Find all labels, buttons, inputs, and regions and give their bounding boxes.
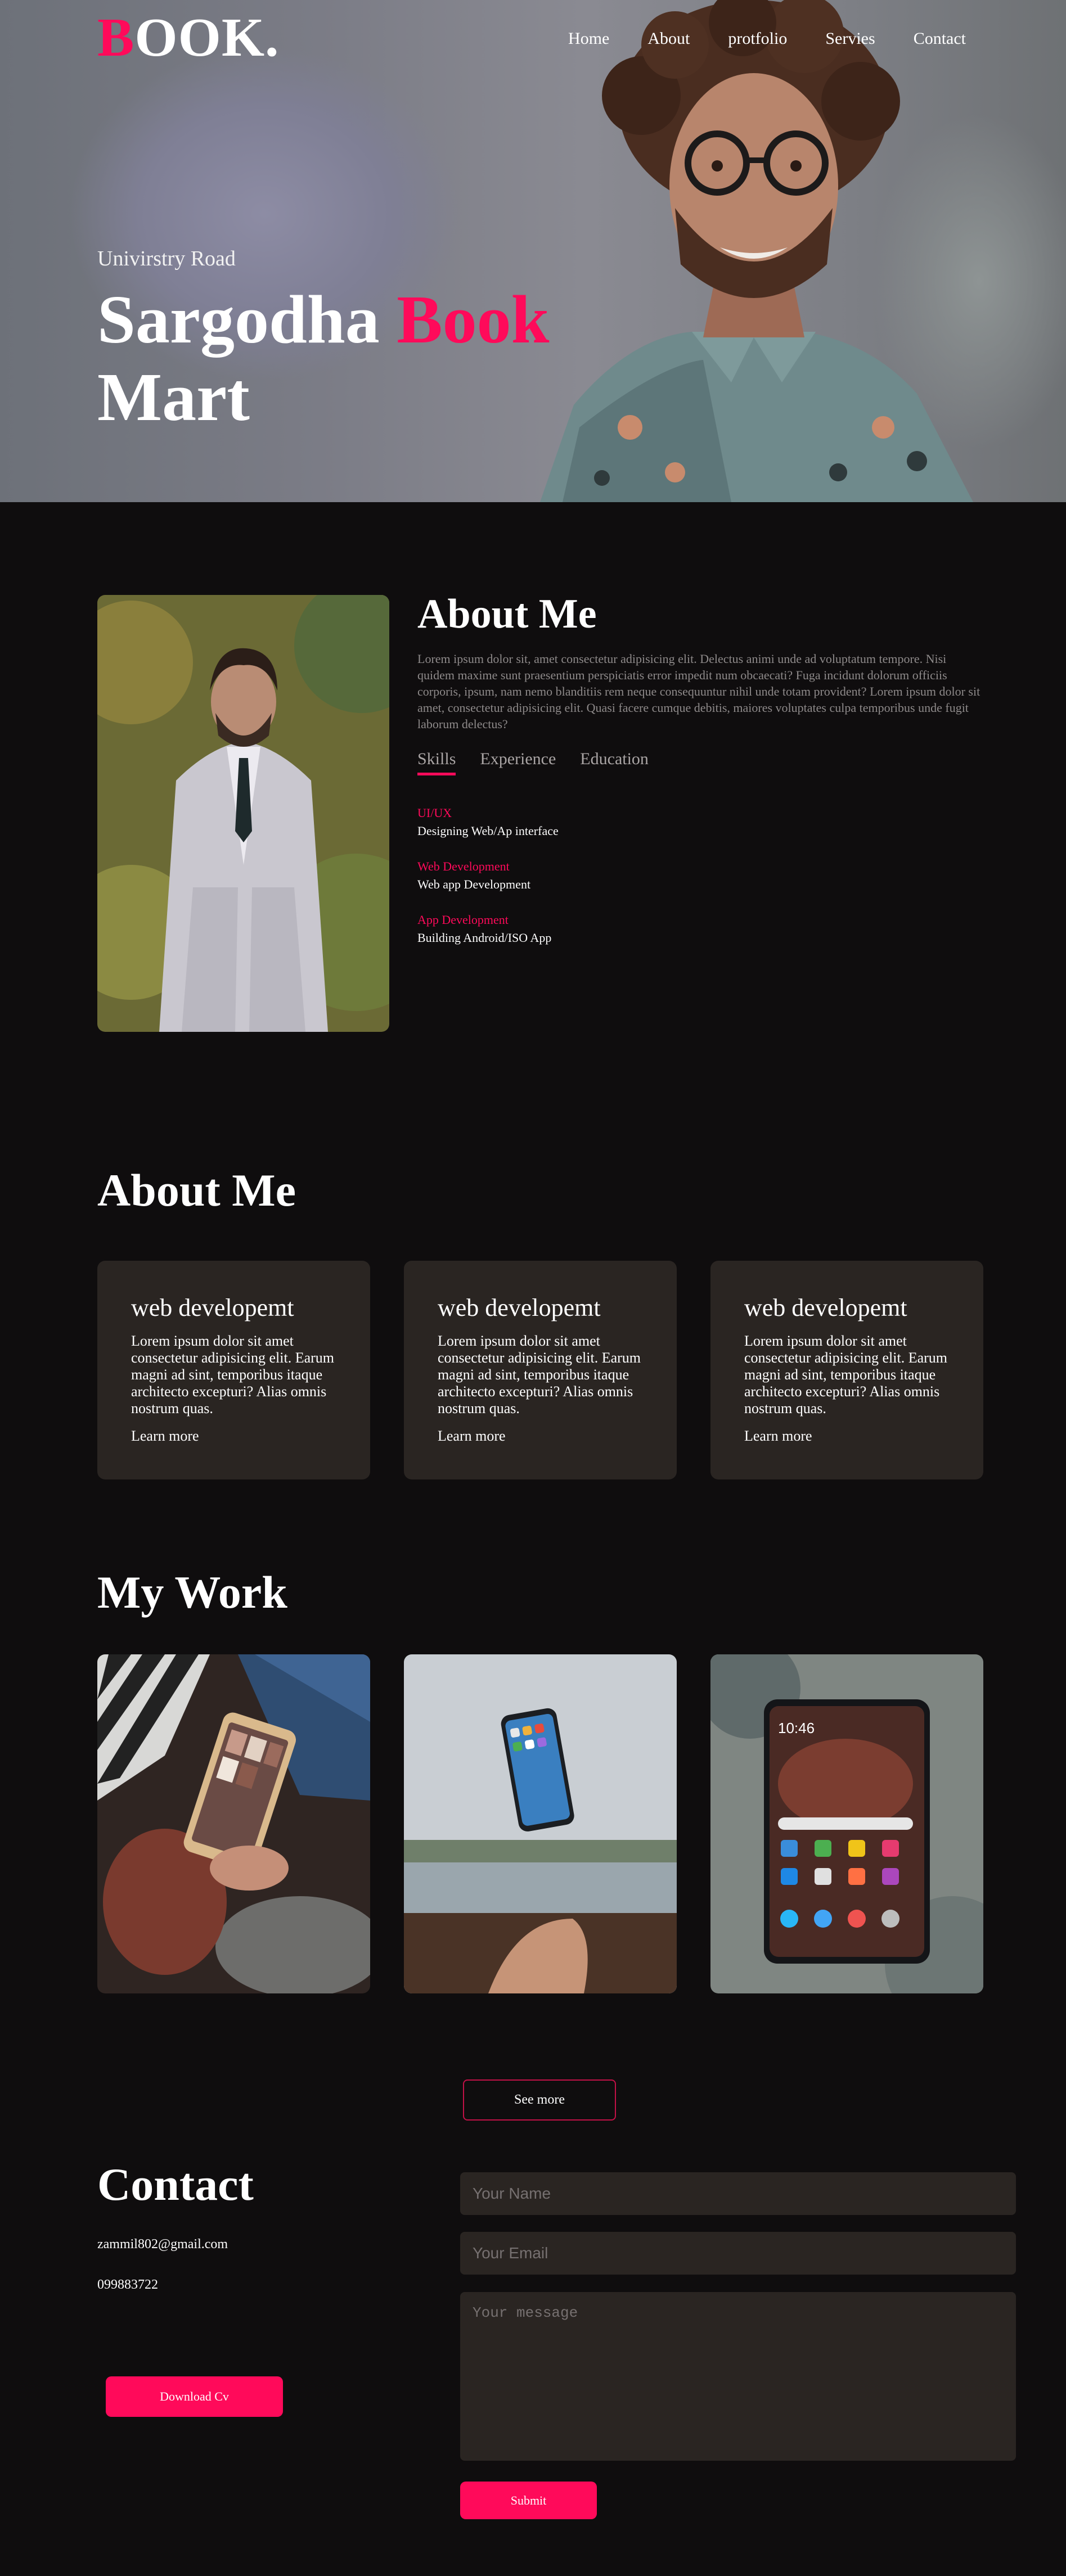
submit-button[interactable]: Submit (460, 2482, 597, 2519)
work-image-phone-homescreen[interactable]: 10:46 (710, 1654, 983, 1993)
service-card: web developemt Lorem ipsum dolor sit ame… (97, 1261, 370, 1479)
hero-title: Sargodha Book Mart (97, 281, 604, 436)
about-portrait-image (97, 595, 389, 1032)
logo-text: OOK. (134, 7, 280, 68)
learn-more-link[interactable]: Learn more (744, 1428, 812, 1445)
contact-email: zammil802@gmail.com (97, 2237, 228, 2252)
skill-item: App Development Building Android/ISO App (417, 913, 551, 945)
service-card-body: Lorem ipsum dolor sit amet consectetur a… (131, 1333, 334, 1416)
service-card-title: web developemt (744, 1294, 907, 1321)
site-logo[interactable]: BOOK. (97, 10, 280, 65)
message-textarea[interactable]: Your message (460, 2292, 1016, 2461)
service-card: web developemt Lorem ipsum dolor sit ame… (710, 1261, 983, 1479)
work-image-phone-in-hands[interactable] (97, 1654, 370, 1993)
contact-phone: 099883722 (97, 2277, 158, 2292)
hero-title-part2: Mart (97, 359, 250, 435)
nav-services[interactable]: Servies (825, 29, 875, 48)
hero-title-part1: Sargodha (97, 282, 397, 358)
main-nav: Home About protfolio Servies Contact (530, 29, 966, 48)
service-card: web developemt Lorem ipsum dolor sit ame… (404, 1261, 677, 1479)
service-card-title: web developemt (438, 1294, 601, 1321)
logo-accent-letter: B (97, 7, 135, 68)
tab-skills[interactable]: Skills (417, 750, 456, 775)
service-card-body: Lorem ipsum dolor sit amet consectetur a… (438, 1333, 641, 1416)
service-card-title: web developemt (131, 1294, 294, 1321)
learn-more-link[interactable]: Learn more (438, 1428, 506, 1445)
skill-item: Web Development Web app Development (417, 859, 530, 892)
hero-title-accent: Book (397, 282, 550, 358)
nav-about[interactable]: About (647, 29, 690, 48)
download-cv-button[interactable]: Download Cv (106, 2376, 283, 2417)
work-image-phone-floating[interactable] (404, 1654, 677, 1993)
skill-title: App Development (417, 913, 509, 927)
nav-contact[interactable]: Contact (914, 29, 966, 48)
skill-title: UI/UX (417, 806, 452, 820)
nav-home[interactable]: Home (568, 29, 609, 48)
hero-subtitle: Univirstry Road (97, 247, 236, 270)
hero-section: BOOK. Home About protfolio Servies Conta… (0, 0, 1066, 502)
contact-title: Contact (97, 2159, 254, 2210)
services-title: About Me (97, 1165, 296, 1216)
nav-portfolio[interactable]: protfolio (728, 29, 787, 48)
skill-description: Building Android/ISO App (417, 931, 552, 945)
email-input[interactable]: Your Email (460, 2232, 1016, 2275)
skill-item: UI/UX Designing Web/Ap interface (417, 806, 559, 838)
svg-text:10:46: 10:46 (778, 1720, 815, 1736)
about-description: Lorem ipsum dolor sit, amet consectetur … (417, 652, 980, 731)
work-title: My Work (97, 1567, 287, 1618)
about-title: About Me (417, 591, 597, 637)
about-tabs: Skills Experience Education (417, 750, 673, 775)
skill-description: Designing Web/Ap interface (417, 824, 559, 838)
skill-description: Web app Development (417, 877, 531, 891)
name-input[interactable]: Your Name (460, 2172, 1016, 2215)
service-card-body: Lorem ipsum dolor sit amet consectetur a… (744, 1333, 947, 1416)
tab-education[interactable]: Education (580, 750, 649, 775)
skill-title: Web Development (417, 859, 510, 873)
see-more-button[interactable]: See more (463, 2079, 616, 2121)
learn-more-link[interactable]: Learn more (131, 1428, 199, 1445)
tab-experience[interactable]: Experience (480, 750, 556, 775)
